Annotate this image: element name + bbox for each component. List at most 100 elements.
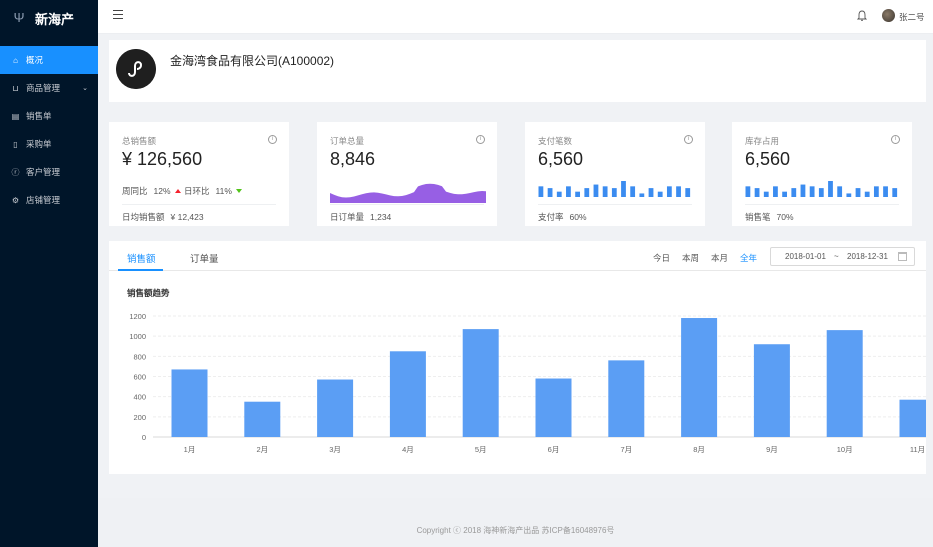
sparkline-bar: [685, 188, 691, 197]
bar-1月[interactable]: [171, 369, 208, 437]
sparkline-bar: [676, 186, 681, 197]
stat-footer: 销售笔 70%: [745, 204, 899, 223]
sparkline-bar: [754, 188, 760, 197]
bar-6月[interactable]: [535, 378, 572, 437]
trend-up-icon: [174, 189, 181, 193]
sparkline-bar: [837, 186, 843, 197]
range-week[interactable]: 本周: [682, 252, 699, 264]
home-icon: ⌂: [13, 55, 18, 65]
sparkline-bar: [828, 181, 833, 197]
stat-value: 6,560: [538, 149, 584, 169]
stat-footer: 日均销售额 ¥ 12,423: [122, 204, 276, 223]
sidebar-item-stores[interactable]: ⚙ 店铺管理: [0, 186, 98, 214]
sidebar-item-overview[interactable]: ⌂ 概况: [0, 46, 98, 74]
bar-8月[interactable]: [681, 318, 718, 437]
bar-9月[interactable]: [753, 344, 790, 437]
tab-orders[interactable]: 订单量: [190, 251, 219, 265]
menu-toggle-icon[interactable]: [113, 10, 123, 20]
y-tick-label: 1000: [129, 332, 146, 341]
stat-footer-value: ¥ 12,423: [170, 212, 204, 222]
sparkline-bar: [800, 184, 806, 197]
day-compare-label: 日环比: [184, 186, 210, 196]
stat-card-orders: 订单总量 i 8,846 日订单量 1,234: [317, 122, 497, 226]
stat-footer: 支付率 60%: [538, 204, 692, 223]
document-icon: ▤: [11, 111, 20, 121]
stat-footer-label: 日订单量: [330, 212, 365, 222]
sparkline-bar: [773, 186, 778, 197]
week-compare: 周同比 12%: [122, 185, 181, 197]
payments-bar-sparkline: [538, 181, 691, 197]
sparkline-bar: [883, 186, 888, 197]
bell-icon[interactable]: [857, 10, 867, 22]
bar-11月[interactable]: [899, 399, 927, 437]
info-icon[interactable]: i: [891, 135, 900, 144]
page-footer: Copyright ⓒ 2018 海神新海产出品 苏ICP备16048976号: [98, 498, 933, 547]
sales-tabs: 销售额 订单量 今日 本周 本月 全年 2018-01-01 ~ 2018-12…: [109, 241, 926, 271]
date-separator: ~: [834, 252, 839, 261]
info-icon[interactable]: i: [268, 135, 277, 144]
file-icon: ▯: [13, 139, 18, 149]
brand-logo[interactable]: Ψ 新海产: [0, 0, 98, 36]
sparkline-bar: [538, 186, 544, 197]
day-compare: 日环比 11%: [184, 185, 242, 197]
sparkline-bar: [584, 188, 590, 197]
company-name: 金海湾食品有限公司(A100002): [170, 54, 335, 68]
bar-7月[interactable]: [608, 360, 645, 437]
tab-active-indicator: [118, 269, 163, 271]
sparkline-bar: [593, 184, 599, 197]
sidebar-item-sales-orders[interactable]: ▤ 销售单: [0, 102, 98, 130]
username[interactable]: 张二号: [899, 11, 925, 23]
stat-card-inventory: 库存占用 i 6,560 销售笔 70%: [732, 122, 912, 226]
sparkline-bar: [892, 188, 898, 197]
sidebar-item-label: 店铺管理: [26, 195, 61, 205]
info-icon[interactable]: i: [684, 135, 693, 144]
range-today[interactable]: 今日: [653, 252, 670, 264]
calendar-icon: [898, 252, 907, 261]
sparkline-bar: [566, 186, 571, 197]
date-range-picker[interactable]: 2018-01-01 ~ 2018-12-31: [770, 247, 915, 266]
range-month[interactable]: 本月: [711, 252, 728, 264]
stat-label: 总销售额: [122, 136, 157, 146]
sparkline-bar: [648, 188, 654, 197]
inventory-bar-sparkline: [745, 181, 898, 197]
x-tick-label: 9月: [766, 445, 778, 454]
bar-3月[interactable]: [317, 379, 354, 437]
sparkline-bar: [575, 191, 581, 197]
date-end: 2018-12-31: [847, 252, 888, 261]
x-tick-label: 7月: [620, 445, 632, 454]
info-icon[interactable]: i: [476, 135, 485, 144]
stat-footer-value: 70%: [776, 212, 794, 222]
y-tick-label: 600: [133, 373, 146, 382]
sidebar-item-customers[interactable]: ⓡ 客户管理: [0, 158, 98, 186]
tab-sales[interactable]: 销售额: [127, 251, 156, 265]
settings-icon: ⚙: [11, 195, 20, 205]
avatar[interactable]: [882, 9, 895, 22]
sparkline-bar: [873, 186, 879, 197]
y-tick-label: 1200: [129, 312, 146, 321]
trend-down-icon: [235, 189, 242, 193]
sidebar-item-products[interactable]: ⊔ 商品管理 ⌄: [0, 74, 98, 102]
bar-5月[interactable]: [462, 329, 499, 437]
y-tick-label: 800: [133, 352, 146, 361]
bar-2月[interactable]: [244, 401, 281, 437]
chevron-down-icon: ⌄: [82, 85, 88, 92]
stat-label: 订单总量: [330, 136, 365, 146]
bar-10月[interactable]: [826, 330, 863, 437]
sales-trend-chart: 0 200 400 600 800 1000 1200 1月 2月 3月 4月 5月 6月 7月 8月 9月 1…: [129, 312, 927, 454]
sidebar-item-purchase-orders[interactable]: ▯ 采购单: [0, 130, 98, 158]
sparkline-bar: [621, 181, 626, 197]
y-tick-label: 400: [133, 393, 146, 402]
sparkline-bar: [611, 188, 617, 197]
sparkline-bar: [791, 188, 797, 197]
area-sparkline-path: [330, 183, 486, 203]
range-year[interactable]: 全年: [740, 252, 757, 264]
sparkline-bar: [818, 188, 824, 197]
top-header: 张二号: [98, 0, 933, 34]
stat-footer: 日订单量 1,234: [330, 204, 484, 223]
stat-card-payments: 支付笔数 i 6,560 支付率 60%: [525, 122, 705, 226]
sparkline-bar: [602, 186, 608, 197]
stat-value: 8,846: [330, 149, 376, 169]
sparkline-bar: [639, 193, 645, 197]
bar-4月[interactable]: [389, 351, 426, 437]
trident-icon: Ψ: [13, 10, 25, 25]
